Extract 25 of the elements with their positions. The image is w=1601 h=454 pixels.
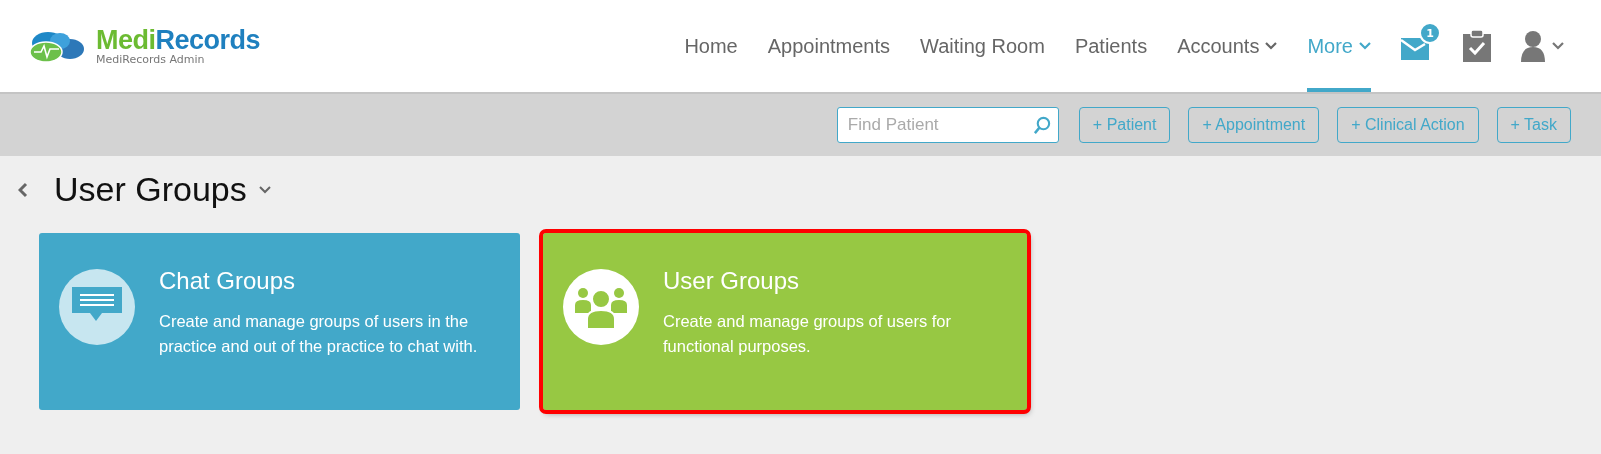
user-group-icon xyxy=(573,285,629,329)
card-title: User Groups xyxy=(663,267,801,295)
page-title: User Groups xyxy=(54,170,247,209)
find-patient-field[interactable]: Find Patient xyxy=(836,107,1059,143)
notification-badge: 1 xyxy=(1419,22,1441,44)
add-button[interactable]: + Clinical Action xyxy=(1337,107,1479,143)
card-title: Chat Groups xyxy=(159,267,297,295)
add-button[interactable]: + Task xyxy=(1496,107,1571,143)
nav-link[interactable]: Patients xyxy=(1074,0,1148,92)
card-description: Create and manage groups of users for functional purposes. xyxy=(663,311,952,357)
add-button[interactable]: + Patient xyxy=(1078,107,1171,143)
brand-name: MediRecords xyxy=(96,27,261,54)
brand-subtitle: MediRecords Admin xyxy=(96,54,206,65)
card-description: Create and manage groups of users in the practice and out of the practice to chat with. xyxy=(159,311,479,357)
user-menu-icon[interactable] xyxy=(1521,30,1567,62)
group-card[interactable]: Chat Groups Create and manage groups of users in the practice and out of the practice to chat with. xyxy=(39,233,520,410)
nav-link[interactable]: Waiting Room xyxy=(920,0,1045,92)
search-icon xyxy=(1032,116,1052,135)
nav-link[interactable]: Accounts xyxy=(1177,0,1278,92)
nav-link[interactable]: Appointments xyxy=(767,0,891,92)
add-button[interactable]: + Appointment xyxy=(1188,107,1320,143)
back-chevron-icon[interactable] xyxy=(18,181,28,198)
nav-link[interactable]: Home xyxy=(684,0,738,92)
clipboard-check-icon[interactable] xyxy=(1463,30,1491,62)
caret-icon[interactable] xyxy=(258,185,271,194)
